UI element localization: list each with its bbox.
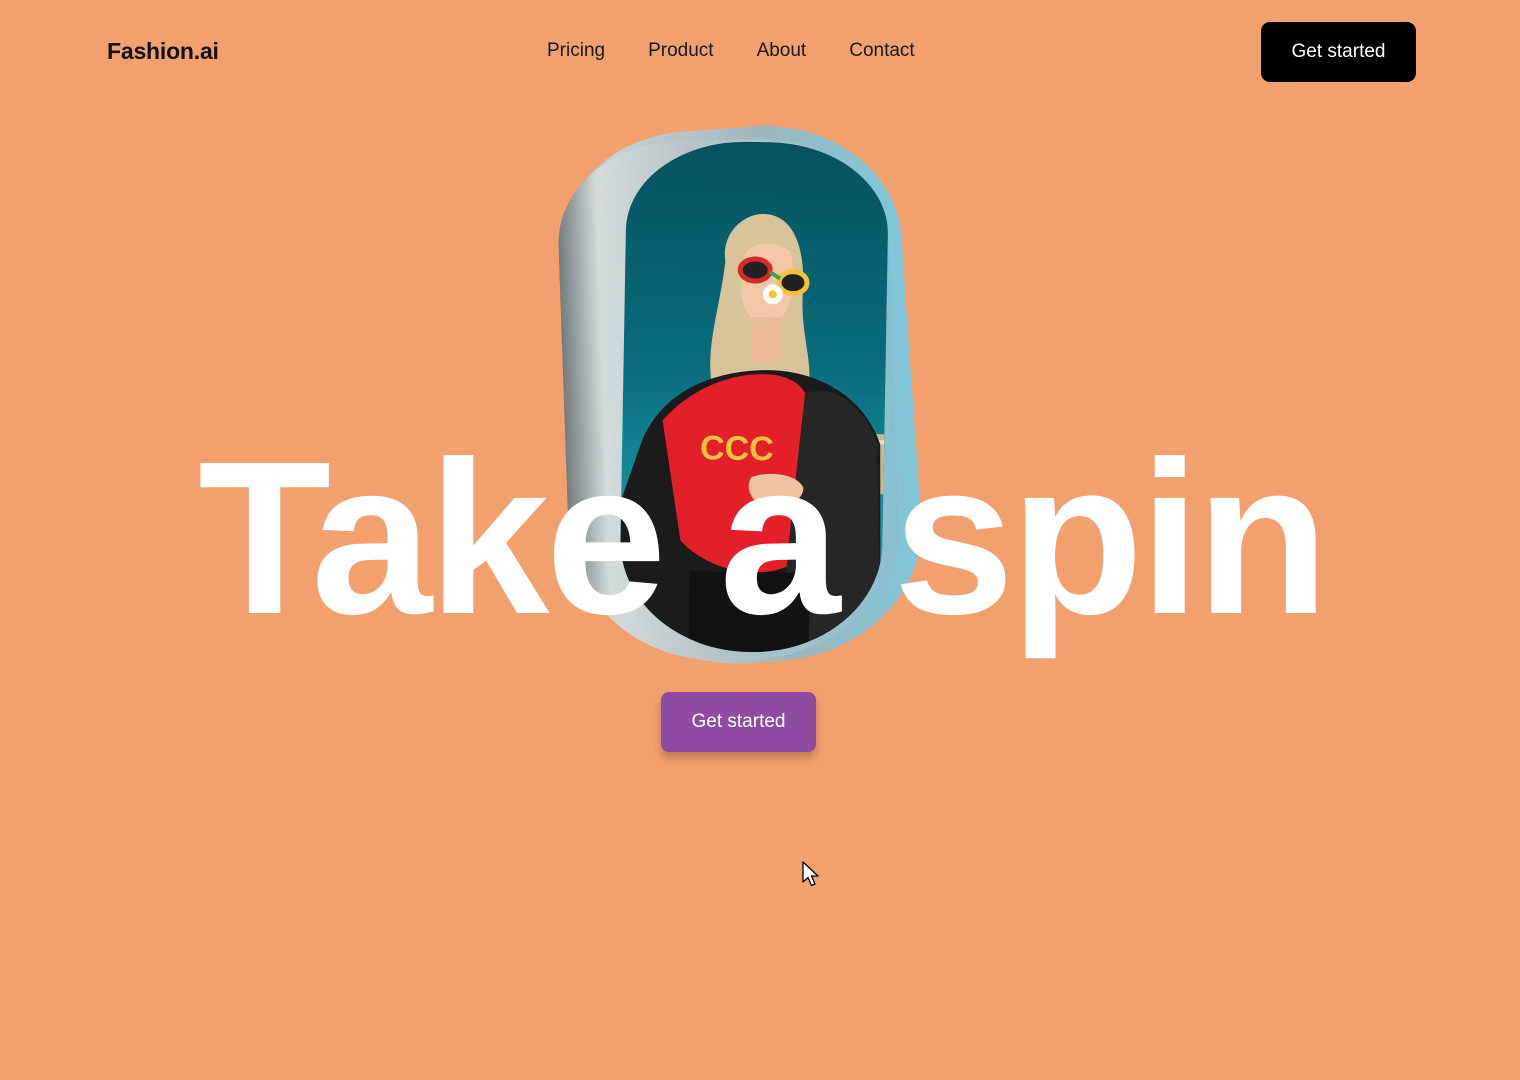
mouse-pointer-icon (802, 861, 819, 887)
brand-logo[interactable]: Fashion.ai (107, 38, 219, 65)
main-nav: Pricing Product About Contact (547, 40, 915, 62)
nav-item-about[interactable]: About (757, 40, 807, 62)
get-started-hero-button[interactable]: Get started (661, 692, 816, 752)
nav-item-pricing[interactable]: Pricing (547, 40, 605, 62)
hero-headline: Take a spin (198, 417, 1329, 660)
get-started-nav-button[interactable]: Get started (1261, 22, 1416, 82)
landing-page: Fashion.ai Pricing Product About Contact… (0, 0, 1520, 1080)
nav-item-contact[interactable]: Contact (849, 40, 914, 62)
nav-item-product[interactable]: Product (648, 40, 713, 62)
